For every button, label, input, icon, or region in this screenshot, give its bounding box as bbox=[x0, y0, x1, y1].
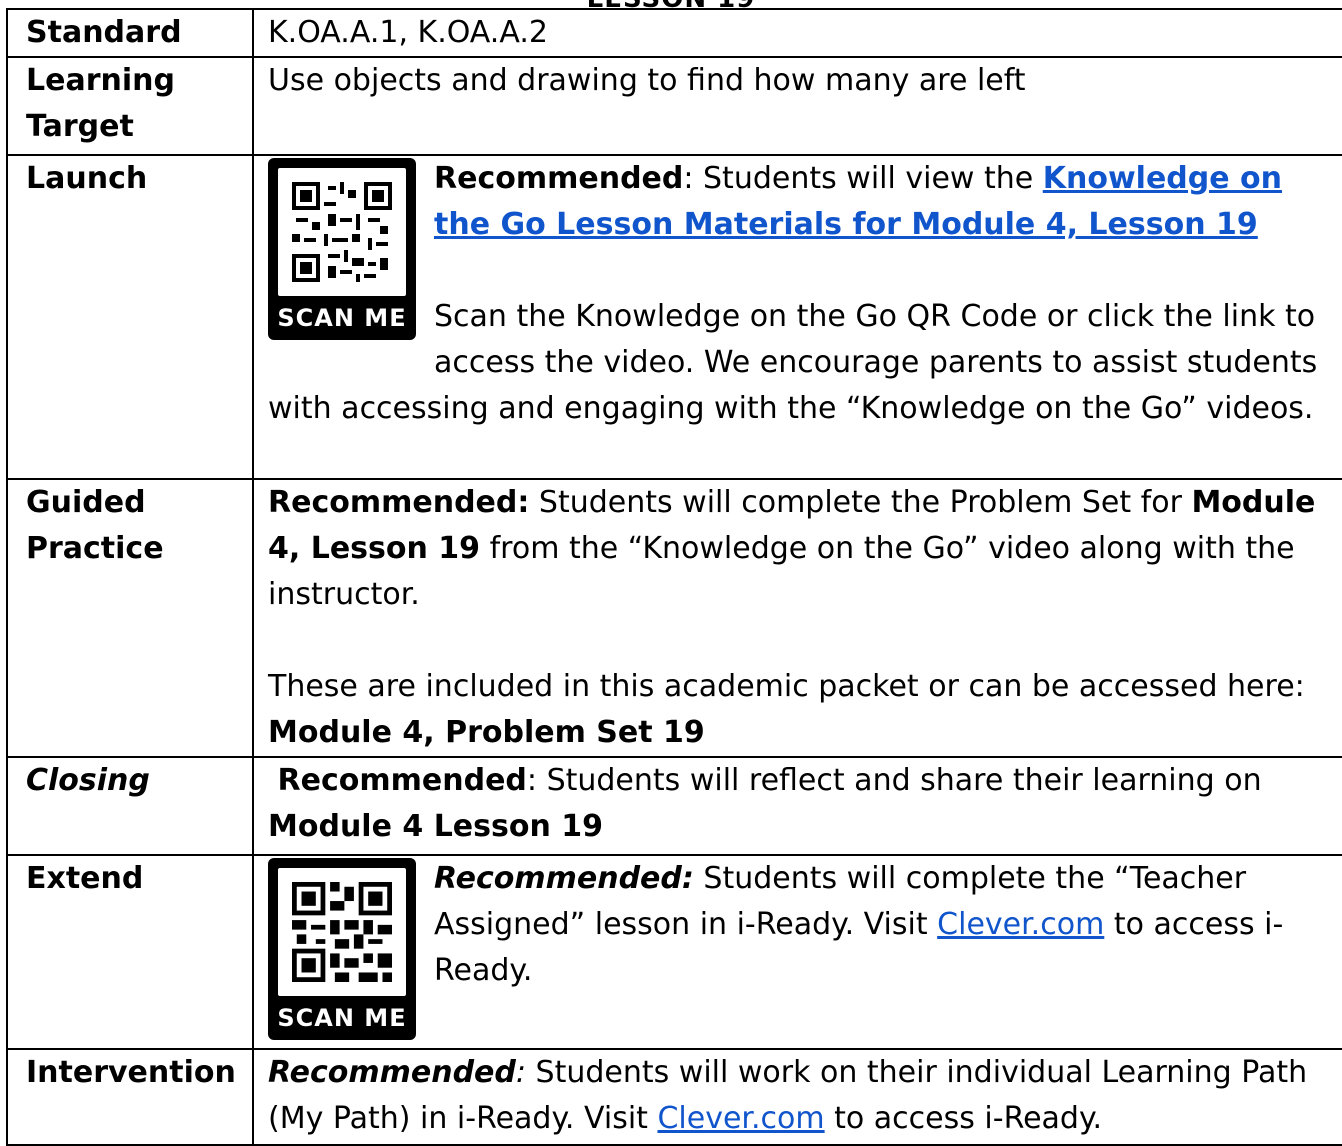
guided-paragraph-1: Recommended: Students will complete the … bbox=[268, 480, 1340, 618]
lesson-table: Standard K.OA.A.1, K.OA.A.2 Learning Tar… bbox=[6, 8, 1342, 1146]
label-guided-practice: Guided Practice bbox=[6, 478, 254, 758]
label-extend: Extend bbox=[6, 854, 254, 1050]
row-extend: Extend SCAN ME Recommended: Students wil… bbox=[6, 854, 1342, 1050]
qr-caption: SCAN ME bbox=[277, 304, 407, 332]
closing-module-lesson: Module 4 Lesson 19 bbox=[268, 809, 604, 844]
qr-code-launch[interactable]: SCAN ME bbox=[268, 158, 416, 340]
row-launch: Launch SCAN ME Recommended: Students wil… bbox=[6, 154, 1342, 480]
recommended-label: Recommended bbox=[277, 763, 527, 798]
closing-content: Recommended: Students will reflect and s… bbox=[252, 756, 1342, 856]
intervention-text-2: to access i-Ready. bbox=[824, 1101, 1102, 1136]
qr-code-icon bbox=[278, 168, 406, 296]
extend-content: SCAN ME Recommended: Students will compl… bbox=[252, 854, 1342, 1050]
label-intervention: Intervention bbox=[6, 1048, 254, 1146]
row-guided-practice: Guided Practice Recommended: Students wi… bbox=[6, 478, 1342, 758]
closing-text-1: : Students will reflect and share their … bbox=[526, 763, 1262, 798]
row-standard: Standard K.OA.A.1, K.OA.A.2 bbox=[6, 8, 1342, 58]
recommended-label: Recommended bbox=[434, 161, 684, 196]
guided-text-3: These are included in this academic pack… bbox=[268, 669, 1305, 704]
label-launch: Launch bbox=[6, 154, 254, 480]
launch-text-1: : Students will view the bbox=[683, 161, 1043, 196]
colon: : bbox=[515, 1055, 526, 1090]
learning-target-value: Use objects and drawing to find how many… bbox=[252, 56, 1342, 156]
row-learning-target: Learning Target Use objects and drawing … bbox=[6, 56, 1342, 156]
recommended-label: Recommended: bbox=[268, 485, 530, 520]
qr-code-extend[interactable]: SCAN ME bbox=[268, 858, 416, 1040]
row-closing: Closing Recommended: Students will refle… bbox=[6, 756, 1342, 856]
launch-content: SCAN ME Recommended: Students will view … bbox=[252, 154, 1342, 480]
problem-set-name: Module 4, Problem Set 19 bbox=[268, 715, 705, 750]
clever-link[interactable]: Clever.com bbox=[657, 1101, 824, 1136]
label-closing: Closing bbox=[6, 756, 254, 856]
qr-caption: SCAN ME bbox=[277, 1004, 407, 1032]
clever-link[interactable]: Clever.com bbox=[937, 907, 1104, 942]
recommended-label: Recommended: bbox=[434, 861, 694, 896]
guided-practice-content: Recommended: Students will complete the … bbox=[252, 478, 1342, 758]
label-learning-target: Learning Target bbox=[6, 56, 254, 156]
guided-text-1: Students will complete the Problem Set f… bbox=[529, 485, 1192, 520]
label-standard: Standard bbox=[6, 8, 254, 58]
guided-paragraph-2: These are included in this academic pack… bbox=[268, 664, 1340, 756]
standard-value: K.OA.A.1, K.OA.A.2 bbox=[252, 8, 1342, 58]
recommended-label: Recommended bbox=[268, 1055, 516, 1090]
row-intervention: Intervention Recommended: Students will … bbox=[6, 1048, 1342, 1146]
qr-code-icon bbox=[278, 868, 406, 996]
intervention-content: Recommended: Students will work on their… bbox=[252, 1048, 1342, 1146]
launch-text-2: Scan the Knowledge on the Go QR Code or … bbox=[268, 299, 1318, 426]
